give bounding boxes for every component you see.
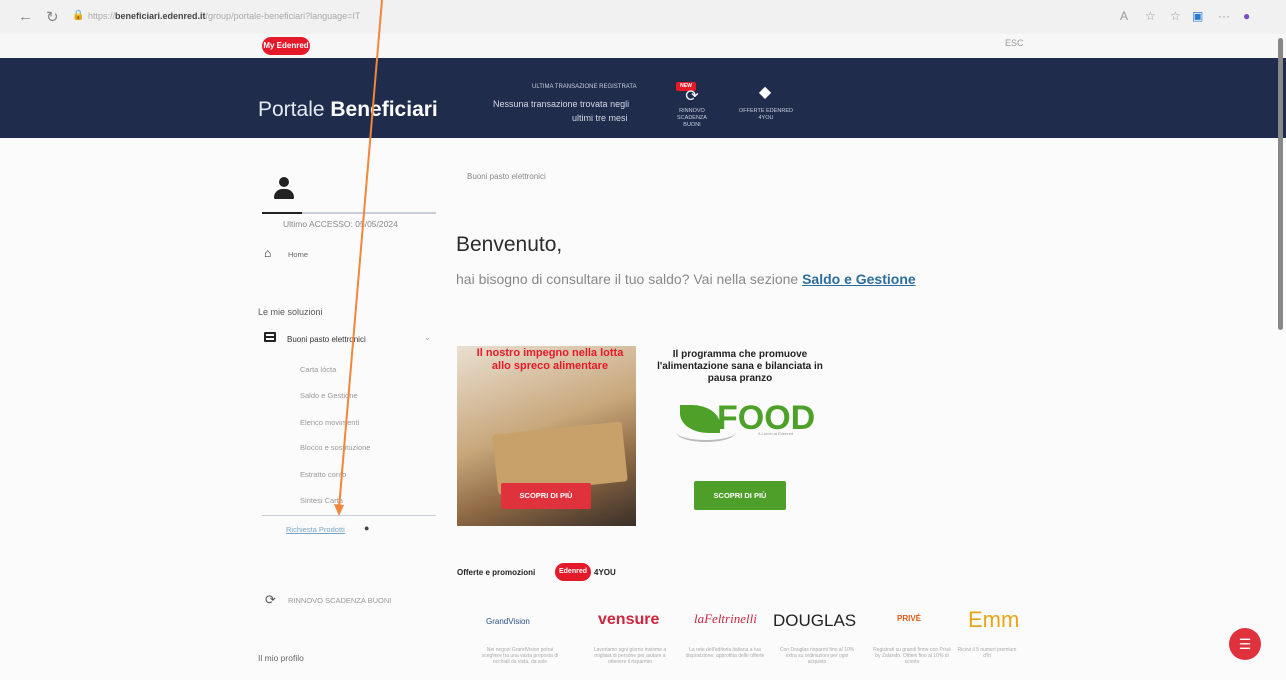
annotation-arrow bbox=[334, 0, 383, 516]
